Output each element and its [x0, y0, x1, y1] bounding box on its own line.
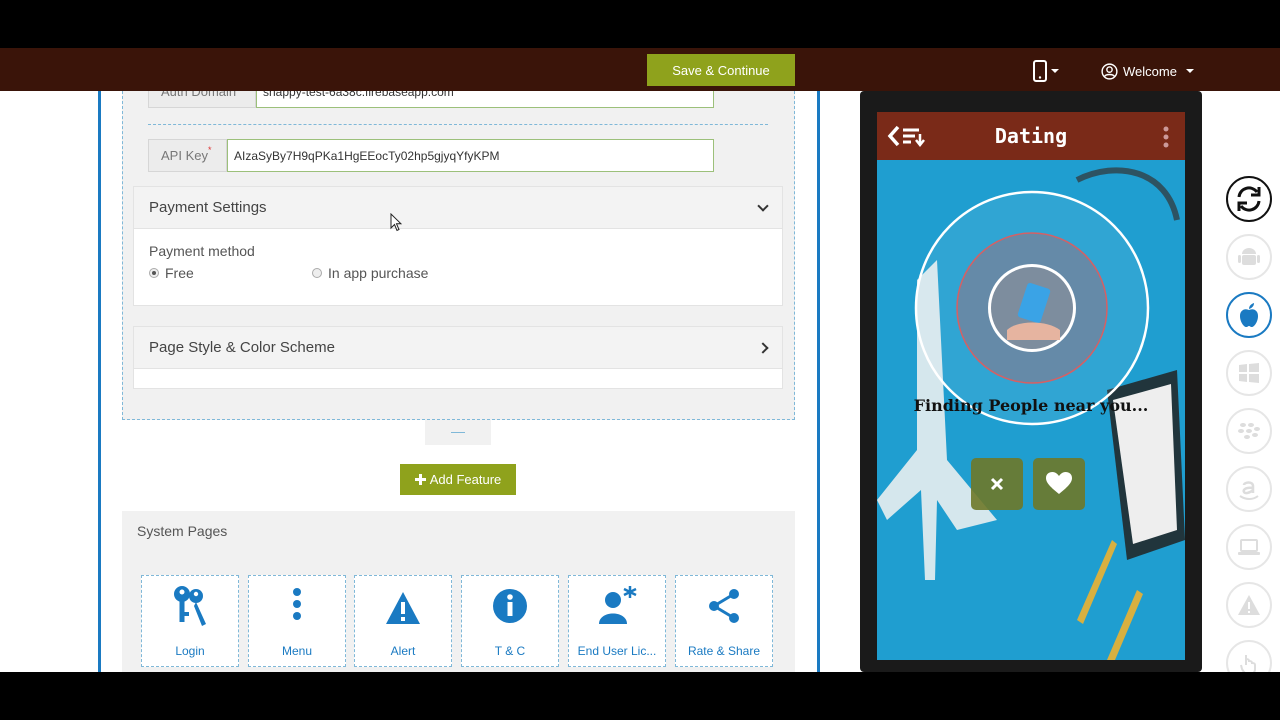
system-page-label: End User Lic...: [577, 644, 657, 658]
payment-settings-body: Payment method Free In app purchase: [134, 229, 782, 306]
payment-method-label: Payment method: [149, 243, 255, 259]
reject-button[interactable]: [971, 458, 1023, 510]
share-icon: [709, 589, 739, 623]
system-page-label: Menu: [281, 644, 313, 658]
payment-settings-title: Payment Settings: [149, 199, 267, 216]
api-key-label: API Key *: [148, 139, 227, 172]
payment-option-in-app[interactable]: In app purchase: [312, 265, 428, 281]
system-page-label: Login: [175, 644, 205, 658]
required-marker: *: [207, 144, 212, 155]
api-key-row: API Key * AIzaSyBy7H9qPKa1HgEEocTy02hp5gj…: [148, 139, 714, 172]
payment-settings-header[interactable]: Payment Settings: [134, 187, 782, 229]
chevron-down-icon: [757, 199, 769, 212]
system-page-rate-share[interactable]: Rate & Share: [675, 575, 773, 667]
mouse-cursor-icon: [390, 213, 402, 232]
system-pages-section: System Pages Login Menu Alert T & C End …: [122, 511, 795, 672]
api-key-label-text: API Key: [161, 148, 208, 163]
payment-option-free[interactable]: Free: [149, 265, 194, 281]
system-page-label: Alert: [390, 644, 416, 658]
heart-icon: [1046, 472, 1072, 494]
warning-icon: [386, 592, 420, 624]
windows-icon: [1239, 363, 1259, 383]
chevron-down-icon: [1051, 69, 1059, 73]
alert-icon: [1238, 595, 1260, 615]
save-continue-button-top[interactable]: Save & Continue: [647, 54, 795, 86]
radar-rings: [914, 190, 1150, 426]
desktop-button[interactable]: [1226, 524, 1272, 570]
amazon-icon: [1239, 481, 1259, 500]
app-bar: Dating: [877, 112, 1185, 160]
finding-people-text: Finding People near you...: [913, 396, 1149, 415]
header-overlay: [0, 48, 1280, 91]
add-feature-label: Add Feature: [429, 472, 502, 487]
laptop-icon: [1238, 539, 1260, 555]
chevron-down-icon: [1185, 69, 1194, 73]
user-asterisk-icon: [599, 586, 637, 624]
vertical-dots-icon: [293, 588, 301, 620]
payment-settings-panel: Payment Settings Payment method Free In …: [133, 186, 783, 306]
system-pages-title: System Pages: [137, 523, 228, 539]
system-page-label: Rate & Share: [687, 644, 761, 658]
collapse-handle[interactable]: [425, 420, 491, 445]
app-root: Save & Continue Welcome Auth Domain snap…: [0, 0, 1280, 720]
payment-option-label: Free: [165, 265, 194, 281]
system-page-login[interactable]: Login: [141, 575, 239, 667]
info-icon: [493, 589, 527, 623]
device-selector-top[interactable]: [1033, 59, 1059, 83]
radio-selected-icon: [149, 268, 159, 278]
system-page-alert[interactable]: Alert: [354, 575, 452, 667]
keys-icon: [174, 586, 206, 626]
welcome-menu-top[interactable]: Welcome: [1101, 59, 1194, 83]
apple-button[interactable]: [1226, 292, 1272, 338]
alert-platform-button[interactable]: [1226, 582, 1272, 628]
windows-button[interactable]: [1226, 350, 1272, 396]
collapse-line: [451, 432, 465, 433]
page-style-panel: Page Style & Color Scheme: [133, 326, 783, 389]
top-letterbox: [0, 0, 1280, 48]
app-title: Dating: [994, 124, 1068, 148]
refresh-icon: [1237, 186, 1261, 212]
bottom-letterbox: [0, 672, 1280, 720]
android-button[interactable]: [1226, 234, 1272, 280]
blackberry-button[interactable]: [1226, 408, 1272, 454]
api-key-input[interactable]: AIzaSyBy7H9qPKa1HgEEocTy02hp5gjyqYfyKPM: [227, 139, 714, 172]
welcome-label: Welcome: [1123, 63, 1177, 79]
amazon-button[interactable]: [1226, 466, 1272, 512]
payment-option-label: In app purchase: [328, 265, 429, 281]
close-icon: [990, 477, 1004, 491]
system-page-menu[interactable]: Menu: [248, 575, 346, 667]
overflow-menu-icon[interactable]: [1163, 126, 1169, 148]
back-menu-icon[interactable]: [887, 124, 929, 148]
refresh-button[interactable]: [1226, 176, 1272, 222]
android-icon: [1238, 248, 1260, 265]
apple-icon: [1240, 303, 1258, 327]
system-page-label: T & C: [494, 644, 526, 658]
like-button[interactable]: [1033, 458, 1085, 510]
system-page-eula[interactable]: End User Lic...: [568, 575, 666, 667]
radio-unselected-icon: [312, 268, 322, 278]
mobile-phone-icon: [1033, 60, 1047, 82]
phone-screen: Dating Finding People near you...: [877, 112, 1185, 660]
plus-icon: [414, 474, 426, 485]
field-separator: [148, 124, 768, 125]
page-style-title: Page Style & Color Scheme: [149, 339, 335, 356]
add-feature-button[interactable]: Add Feature: [400, 464, 516, 495]
system-page-terms[interactable]: T & C: [461, 575, 559, 667]
chevron-right-icon: [757, 341, 769, 354]
page-style-header[interactable]: Page Style & Color Scheme: [134, 327, 782, 369]
user-circle-icon: [1101, 62, 1118, 80]
blackberry-icon: [1238, 423, 1260, 439]
